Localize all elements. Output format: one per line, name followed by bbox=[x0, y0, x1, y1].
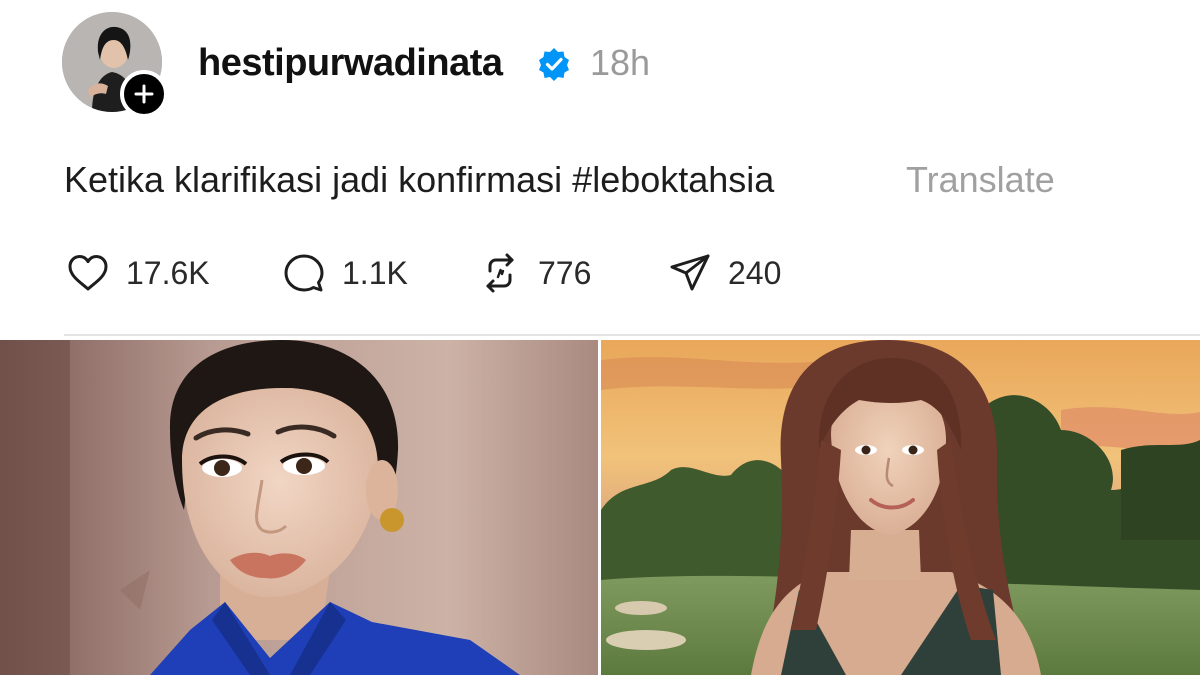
avatar-container[interactable] bbox=[62, 12, 168, 118]
follow-button[interactable] bbox=[120, 70, 168, 118]
divider bbox=[64, 334, 1200, 336]
comment-bubble-icon bbox=[284, 254, 324, 292]
post-image-left[interactable] bbox=[0, 340, 598, 675]
comment-button[interactable]: 1.1K bbox=[280, 248, 408, 298]
share-button[interactable]: 240 bbox=[666, 248, 781, 298]
repost-count: 776 bbox=[538, 255, 592, 291]
verified-badge-icon bbox=[539, 48, 569, 81]
like-button[interactable]: 17.6K bbox=[64, 248, 210, 298]
post-timestamp: 18h bbox=[590, 42, 651, 83]
portrait-photo-right bbox=[601, 340, 1200, 675]
comment-count: 1.1K bbox=[342, 255, 408, 291]
repost-icon bbox=[486, 253, 514, 293]
plus-icon bbox=[134, 84, 154, 104]
heart-icon bbox=[68, 255, 108, 291]
send-icon bbox=[670, 254, 710, 291]
like-count: 17.6K bbox=[126, 255, 210, 291]
caption-text: Ketika klarifikasi jadi konfirmasi bbox=[64, 159, 573, 200]
post-image-right[interactable] bbox=[601, 340, 1200, 675]
repost-button[interactable]: 776 bbox=[476, 248, 591, 298]
hashtag-link[interactable]: #leboktahsia bbox=[572, 159, 774, 200]
post-card: hestipurwadinata 18h Ketika klarifikasi … bbox=[0, 0, 1200, 675]
portrait-photo-left bbox=[0, 340, 598, 675]
username-link[interactable]: hestipurwadinata bbox=[198, 38, 503, 88]
translate-button[interactable]: Translate bbox=[906, 156, 1055, 204]
share-count: 240 bbox=[728, 255, 782, 291]
post-caption: Ketika klarifikasi jadi konfirmasi #lebo… bbox=[64, 156, 774, 204]
